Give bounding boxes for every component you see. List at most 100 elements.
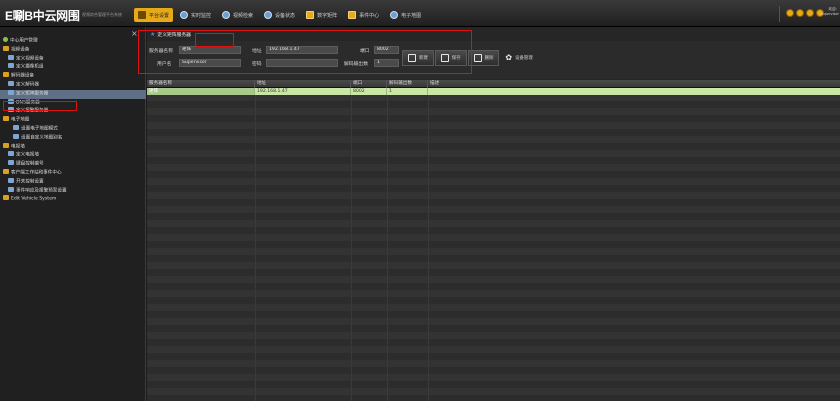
sidebar-item[interactable]: 事件响应及报警预案设置 — [0, 186, 146, 196]
toolbar-divider — [779, 6, 780, 22]
matrix-icon — [306, 11, 315, 19]
sidebar-item[interactable]: 定义摄像机组 — [0, 63, 146, 72]
info-icon — [264, 11, 273, 19]
sidebar-item-label: 客户端工作站和事件中心 — [11, 170, 62, 176]
sidebar: × 中心用户管理 视频设备 定义视频设备 定义摄像机组 解码器设备 定义解码器 定义矩阵服务… — [0, 27, 146, 401]
device-settings-label: 设备管理 — [515, 56, 533, 61]
main-nav: 平台设置 实时监控 视频检索 设备状态 数字矩阵 事件中心 电子地图 — [134, 8, 428, 22]
sidebar-item[interactable]: 设置电子地图模式 — [0, 124, 146, 134]
refresh-icon[interactable] — [786, 9, 794, 17]
delete-button-label: 删除 — [484, 56, 494, 61]
switch-icon — [8, 177, 14, 183]
tab-label: 电子地图 — [401, 12, 422, 19]
column-header-port[interactable]: 端口 — [351, 80, 387, 88]
user-icon — [3, 37, 8, 42]
decoder-field-highlight-box — [195, 33, 234, 47]
sidebar-item[interactable]: 解码器设备 — [0, 72, 146, 81]
trash-icon — [473, 54, 482, 62]
column-header-description[interactable]: 描述 — [428, 80, 840, 88]
column-divider — [428, 95, 429, 401]
sidebar-item-label: 电子地图 — [11, 117, 30, 123]
tab-video-search[interactable]: 视频检索 — [218, 8, 257, 22]
sidebar-item-label: 设置电子地图模式 — [21, 126, 58, 132]
tab-electronic-map[interactable]: 电子地图 — [386, 8, 425, 22]
sidebar-item-label: 设置自定义地图别名 — [21, 135, 63, 141]
tab-live-monitor[interactable]: 实时监控 — [176, 8, 215, 22]
sidebar-item[interactable]: 定义电视墙 — [0, 151, 146, 160]
device-settings-button[interactable]: ✿ 设备管理 — [500, 50, 537, 66]
sidebar-item[interactable]: 定义矩阵服务器 — [0, 89, 146, 99]
table-header: 服务器名称 地址 端口 解码输出数 描述 — [147, 80, 840, 88]
device-icon — [8, 80, 14, 86]
monitor-icon — [180, 11, 189, 19]
table-row[interactable]: 矩阵 192.168.1.47 8002 1 — [147, 88, 840, 95]
form-highlight-box — [138, 30, 472, 74]
column-header-address[interactable]: 地址 — [255, 80, 351, 88]
sidebar-item-label: Edit Vehicle System — [11, 196, 57, 202]
app-window: E唰B中云网围 视频综合管理平台系统 平台设置 实时监控 视频检索 设备状态 数… — [0, 0, 840, 401]
settings-icon — [138, 11, 146, 19]
sidebar-item[interactable]: 视频设备 — [0, 45, 146, 55]
tab-digital-matrix[interactable]: 数字矩阵 — [302, 8, 341, 22]
device-icon — [8, 63, 14, 69]
sidebar-item-label: 事件响应及报警预案设置 — [16, 188, 67, 194]
tab-label: 平台设置 — [149, 12, 170, 19]
user-info: 欢迎： Supervisor — [813, 7, 839, 17]
app-logo: E唰B中云网围 — [5, 9, 80, 23]
delete-button[interactable]: 删除 — [467, 50, 500, 66]
folder-icon — [3, 45, 9, 51]
sidebar-item-label: 解码器设备 — [11, 73, 34, 79]
folder-icon — [3, 195, 9, 201]
tab-label: 事件中心 — [359, 12, 380, 19]
device-icon — [8, 89, 14, 95]
sidebar-item-label: 键盘控制编号 — [16, 161, 44, 167]
selection-highlight — [3, 101, 77, 111]
main-panel: ★ 定义矩阵服务器 服务器名称 矩阵 地址 192.168.1.47 端口 800… — [147, 27, 840, 401]
sidebar-item[interactable]: 定义解码器 — [0, 80, 146, 90]
play-icon — [222, 11, 231, 19]
device-icon — [8, 151, 14, 157]
map-icon — [13, 133, 19, 139]
tab-label: 设备状态 — [275, 12, 296, 19]
sidebar-item[interactable]: 键盘控制编号 — [0, 160, 146, 169]
tab-platform-settings[interactable]: 平台设置 — [134, 8, 174, 22]
server-table: 服务器名称 地址 端口 解码输出数 描述 矩阵 192.168.1.47 800… — [147, 80, 840, 401]
column-header-server-name[interactable]: 服务器名称 — [147, 80, 255, 88]
column-header-decoder-outputs[interactable]: 解码输出数 — [387, 80, 428, 88]
cell-port: 8002 — [351, 88, 387, 95]
sidebar-item-label: 中心用户管理 — [10, 38, 38, 44]
folder-icon — [3, 116, 9, 122]
sidebar-item[interactable]: 中心用户管理 — [0, 37, 146, 46]
sidebar-item[interactable]: 设置自定义地图别名 — [0, 133, 146, 143]
cell-description — [428, 88, 840, 95]
folder-icon — [3, 142, 9, 148]
map-icon — [390, 11, 399, 19]
folder-icon — [3, 168, 9, 174]
sidebar-item-label: 视频设备 — [11, 47, 30, 53]
folder-icon — [3, 72, 9, 78]
user-name: Supervisor — [820, 12, 839, 16]
tab-event-center[interactable]: 事件中心 — [344, 8, 383, 22]
sidebar-item-label: 定义摄像机组 — [16, 64, 44, 70]
sidebar-item[interactable]: 开关控制设置 — [0, 177, 146, 187]
sidebar-item[interactable]: 定义视频设备 — [0, 54, 146, 64]
tab-label: 实时监控 — [191, 12, 212, 19]
map-icon — [13, 124, 19, 130]
gear-icon: ✿ — [505, 53, 513, 62]
device-icon — [8, 54, 14, 60]
event-icon — [348, 11, 357, 19]
cell-server-name: 矩阵 — [147, 88, 255, 95]
config-tree: 中心用户管理 视频设备 定义视频设备 定义摄像机组 解码器设备 定义解码器 定义矩阵服务器 D… — [0, 37, 146, 204]
sidebar-item[interactable]: 电视墙 — [0, 142, 146, 152]
column-divider — [387, 95, 388, 401]
cell-decoder-outputs: 1 — [387, 88, 428, 95]
cell-address: 192.168.1.47 — [255, 88, 351, 95]
tab-device-status[interactable]: 设备状态 — [260, 8, 299, 22]
sidebar-item[interactable]: Edit Vehicle System — [0, 195, 146, 204]
sidebar-item[interactable]: 客户端工作站和事件中心 — [0, 168, 146, 178]
sidebar-item[interactable]: 电子地图 — [0, 116, 146, 125]
tab-label: 视频检索 — [233, 12, 254, 19]
app-subtitle: 视频综合管理平台系统 — [82, 12, 122, 17]
top-bar: E唰B中云网围 视频综合管理平台系统 平台设置 实时监控 视频检索 设备状态 数… — [0, 0, 840, 27]
gear-icon[interactable] — [796, 9, 804, 17]
